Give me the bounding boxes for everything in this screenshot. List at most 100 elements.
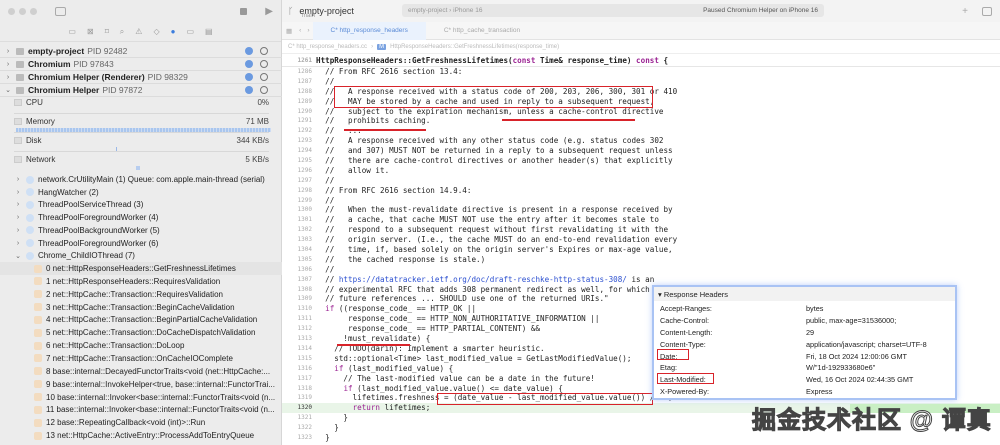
line-number[interactable]: 1307 (282, 275, 316, 285)
stack-frame[interactable]: 5 net::HttpCache::Transaction::DoCacheDi… (0, 326, 282, 339)
line-number[interactable]: 1288 (282, 87, 316, 97)
code-line[interactable]: 1299 // (282, 196, 1000, 206)
chevron-icon[interactable]: ⌄ (4, 86, 12, 94)
code-line[interactable]: 1306 // (282, 265, 1000, 275)
line-number[interactable]: 1297 (282, 176, 316, 186)
report-icon[interactable]: ▤ (205, 27, 213, 36)
code-line[interactable]: 1302 // respond to a subsequent request … (282, 225, 1000, 235)
stack-frame[interactable]: 13 net::HttpCache::ActiveEntry::ProcessA… (0, 429, 282, 442)
chevron-icon[interactable]: › (14, 189, 22, 196)
code-line[interactable]: 1304 // time, if, based solely on the or… (282, 245, 1000, 255)
stack-frame[interactable]: 3 net::HttpCache::Transaction::BeginCach… (0, 301, 282, 314)
line-number[interactable]: 1318 (282, 384, 316, 394)
line-number[interactable]: 1306 (282, 265, 316, 275)
stack-frame[interactable]: 11 base::internal::Invoker<base::interna… (0, 403, 282, 416)
process-row[interactable]: ⌄ Chromium Helper PID 97872 (0, 84, 282, 97)
line-number[interactable]: 1289 (282, 97, 316, 107)
close-window-button[interactable] (8, 7, 15, 15)
code-line[interactable]: 1294 // and 307) MUST NOT be returned in… (282, 146, 1000, 156)
breadcrumb-file[interactable]: C* http_response_headers.cc (288, 44, 367, 50)
line-number[interactable]: 1302 (282, 225, 316, 235)
line-number[interactable]: 1319 (282, 393, 316, 403)
tab-http-cache-transaction[interactable]: C* http_cache_transaction (426, 22, 538, 40)
zoom-window-button[interactable] (30, 7, 37, 15)
line-number[interactable]: 1321 (282, 413, 316, 423)
line-number[interactable]: 1304 (282, 245, 316, 255)
add-icon[interactable]: + (962, 6, 968, 17)
line-number[interactable]: 1312 (282, 324, 316, 334)
line-number[interactable]: 1308 (282, 285, 316, 295)
line-number[interactable]: 1294 (282, 146, 316, 156)
minimize-window-button[interactable] (19, 7, 26, 15)
stack-frame[interactable]: 9 base::internal::InvokeHelper<true, bas… (0, 378, 282, 391)
chevron-icon[interactable]: ⌄ (14, 252, 22, 260)
chevron-icon[interactable]: › (14, 240, 22, 247)
thread-row[interactable]: › HangWatcher (2) (0, 186, 282, 199)
pause-icon[interactable] (260, 47, 268, 55)
info-icon[interactable] (245, 86, 253, 94)
chevron-icon[interactable]: › (4, 61, 12, 68)
popover-title[interactable]: ▾ Response Headers (654, 287, 955, 301)
tab-http-response-headers[interactable]: C* http_response_headers (312, 21, 426, 40)
thread-row[interactable]: › network.CrUtilityMain (1) Queue: com.ap… (0, 173, 282, 186)
line-number[interactable]: 1290 (282, 107, 316, 117)
back-button[interactable]: ‹ (296, 27, 304, 34)
pause-icon[interactable] (260, 86, 268, 94)
code-line[interactable]: 1300 // When the must-revalidate directi… (282, 205, 1000, 215)
code-line[interactable]: 1298 // From RFC 2616 section 14.9.4: (282, 186, 1000, 196)
line-number[interactable]: 1310 (282, 304, 316, 314)
gauge-disk[interactable]: Disk 344 KB/s (14, 136, 269, 148)
gauge-network[interactable]: Network 5 KB/s (14, 155, 269, 167)
line-number[interactable]: 1299 (282, 196, 316, 206)
gauge-cpu[interactable]: CPU 0% (14, 98, 269, 110)
line-number[interactable]: 1303 (282, 235, 316, 245)
line-number[interactable]: 1305 (282, 255, 316, 265)
chevron-icon[interactable]: › (4, 48, 12, 55)
code-line[interactable]: 1293 // A response received with any oth… (282, 136, 1000, 146)
device-selector[interactable]: iPhone 16 (453, 7, 482, 14)
info-icon[interactable] (245, 60, 253, 68)
chevron-icon[interactable]: › (14, 227, 22, 234)
line-number[interactable]: 1287 (282, 77, 316, 87)
line-number[interactable]: 1316 (282, 364, 316, 374)
forward-button[interactable]: › (304, 27, 312, 34)
line-number[interactable]: 1261 (282, 55, 316, 66)
thread-row[interactable]: › ThreadPoolForegroundWorker (6) (0, 237, 282, 250)
thread-row[interactable]: › ThreadPoolForegroundWorker (4) (0, 211, 282, 224)
chevron-icon[interactable]: › (14, 214, 22, 221)
line-number[interactable]: 1322 (282, 423, 316, 433)
line-number[interactable]: 1315 (282, 354, 316, 364)
breakpoint-icon[interactable]: ▭ (186, 27, 194, 36)
line-number[interactable]: 1301 (282, 215, 316, 225)
inspector-toggle-icon[interactable] (982, 6, 992, 16)
breadcrumb-symbol[interactable]: HttpResponseHeaders::GetFreshnessLifetim… (390, 44, 559, 50)
line-number[interactable]: 1295 (282, 156, 316, 166)
folder-icon[interactable]: ▭ (68, 27, 76, 36)
info-icon[interactable] (245, 73, 253, 81)
line-number[interactable]: 1293 (282, 136, 316, 146)
process-row[interactable]: › Chromium Helper (Renderer) PID 98329 (0, 71, 282, 84)
stack-frame[interactable]: 6 net::HttpCache::Transaction::DoLoop (0, 339, 282, 352)
code-line[interactable]: 1292 // ... (282, 126, 1000, 136)
line-number[interactable]: 1292 (282, 126, 316, 136)
thread-row[interactable]: ⌄ Chrome_ChildIOThread (7) (0, 249, 282, 262)
source-control-icon[interactable]: ⊠ (87, 27, 94, 36)
stack-frame[interactable]: 8 base::internal::DecayedFunctorTraits<v… (0, 365, 282, 378)
code-line[interactable]: 1286 // From RFC 2616 section 13.4: (282, 67, 1000, 77)
code-line[interactable]: 1301 // a cache, that cache MUST NOT use… (282, 215, 1000, 225)
code-line[interactable]: 1261 HttpResponseHeaders::GetFreshnessLif… (282, 55, 1000, 67)
chevron-icon[interactable]: › (14, 176, 22, 183)
line-number[interactable]: 1300 (282, 205, 316, 215)
code-line[interactable]: 1303 // origin server. (I.e., the cache … (282, 235, 1000, 245)
find-icon[interactable]: ⌕ (120, 27, 124, 37)
process-row[interactable]: › Chromium PID 97843 (0, 58, 282, 71)
stack-frame[interactable]: 0 net::HttpResponseHeaders::GetFreshness… (0, 262, 282, 275)
code-line[interactable]: 1291 // prohibits caching. (282, 116, 1000, 126)
line-number[interactable]: 1309 (282, 294, 316, 304)
line-number[interactable]: 1323 (282, 433, 316, 443)
code-line[interactable]: 1307 // https://datatracker.ietf.org/doc… (282, 275, 1000, 285)
stack-frame[interactable]: 10 base::internal::Invoker<base::interna… (0, 391, 282, 404)
line-number[interactable]: 1320 (282, 403, 316, 413)
code-line[interactable]: 1305 // the cached response is stale.) (282, 255, 1000, 265)
line-number[interactable]: 1313 (282, 334, 316, 344)
